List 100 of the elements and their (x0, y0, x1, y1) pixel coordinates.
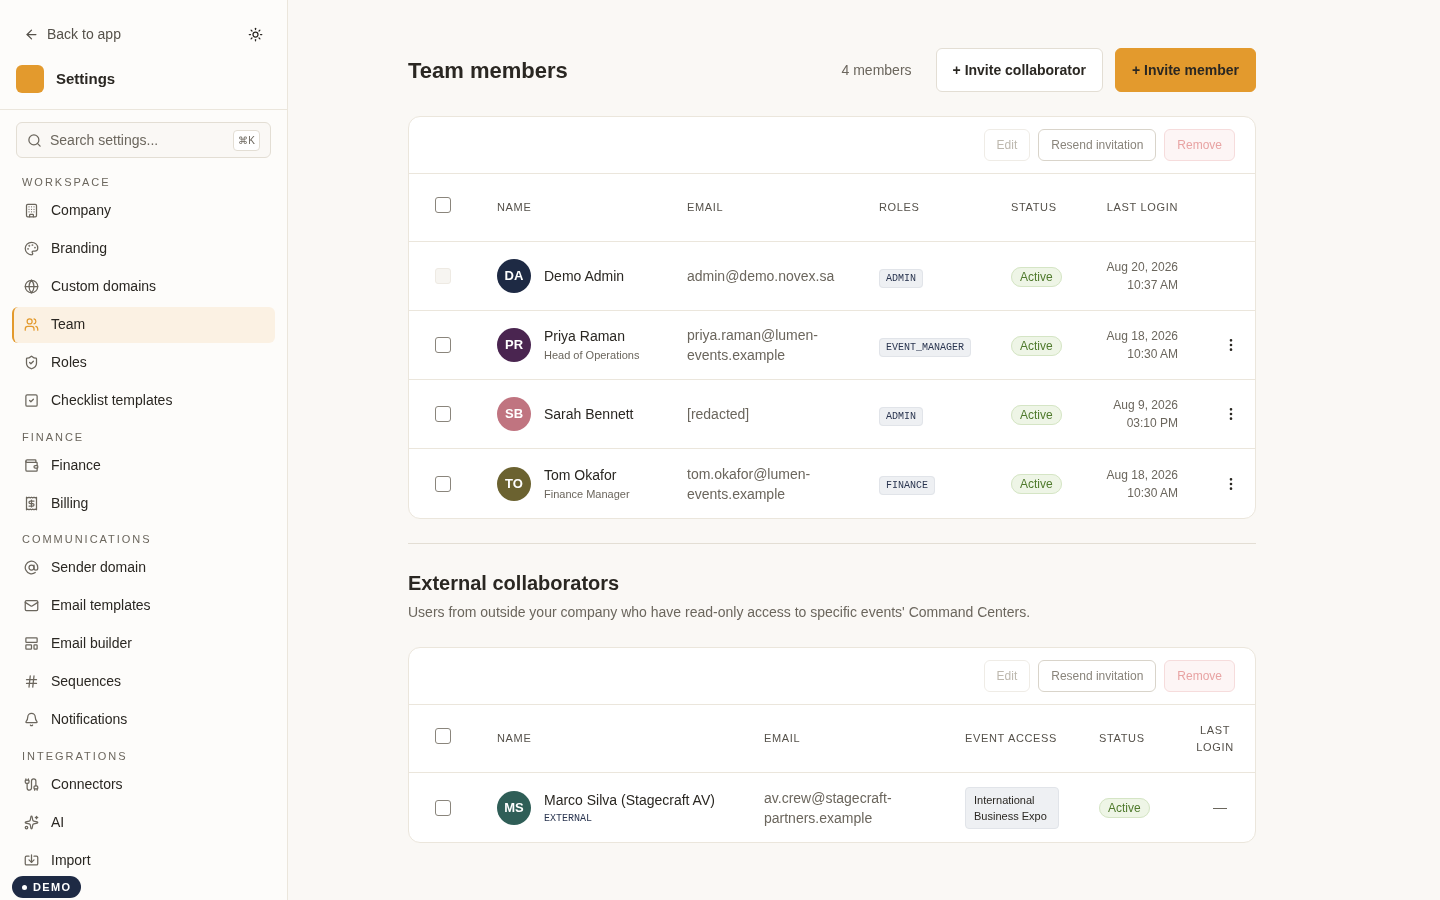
mail-icon (24, 598, 39, 613)
search-field[interactable]: Search settings... (50, 129, 226, 151)
row-checkbox[interactable] (435, 337, 451, 353)
section-heading: COMMUNICATIONS (21, 532, 153, 547)
status-badge: Active (1011, 474, 1062, 494)
sidebar-item[interactable]: Notifications (12, 701, 275, 738)
avatar: DA (497, 259, 531, 293)
status-badge: Active (1011, 266, 1062, 287)
column-header: NAME (497, 731, 533, 747)
member-count: 4 members (841, 60, 912, 80)
row-checkbox[interactable] (435, 475, 451, 492)
toolbar-button[interactable]: Resend invitation (1038, 660, 1157, 692)
external-tag: EXTERNAL (544, 810, 715, 826)
status-badge: Active (1011, 335, 1062, 356)
layout-icon (24, 636, 39, 651)
login-time: 10:30 AM (1127, 484, 1178, 502)
avatar: MS (497, 790, 531, 825)
sidebar-item[interactable]: Checklist templates (12, 382, 275, 419)
sidebar-item[interactable]: Sequences (12, 663, 275, 700)
back-link[interactable]: Back to app (47, 24, 121, 45)
member-email: [redacted] (687, 405, 751, 424)
sidebar-item[interactable]: Branding (12, 230, 275, 267)
column-header: LAST LOGIN (1195, 723, 1235, 755)
section-heading: WORKSPACE (21, 175, 112, 190)
login-date: Aug 18, 2026 (1106, 328, 1178, 345)
checkbox-icon (24, 393, 39, 408)
toolbar-button[interactable]: Resend invitation (1038, 129, 1157, 161)
member-title: Head of Operations (544, 348, 640, 364)
palette-icon (24, 241, 39, 256)
role-tag: ADMIN (879, 268, 923, 288)
logo-icon (16, 65, 44, 93)
member-name: Sarah Bennett (544, 404, 634, 424)
login-time: 03:10 PM (1126, 415, 1178, 432)
member-email: priya.raman@lumen-events.example (687, 326, 819, 365)
hash-icon (24, 674, 39, 689)
login-time: 10:37 AM (1127, 277, 1178, 294)
last-login: — (1213, 798, 1228, 817)
column-header: NAME (497, 200, 533, 216)
shield-icon (24, 355, 39, 370)
search-box[interactable]: Search settings... ⌘K (16, 122, 271, 158)
status-badge: Active (1011, 404, 1062, 425)
login-time: 10:30 AM (1127, 346, 1178, 363)
column-header: EMAIL (687, 200, 725, 216)
sidebar-item[interactable]: Sender domain (12, 549, 275, 586)
sidebar-item[interactable]: Import (12, 842, 275, 878)
login-date: Aug 9, 2026 (1113, 397, 1178, 414)
search-icon (27, 132, 42, 148)
sidebar-item[interactable]: AI (12, 804, 275, 840)
cable-icon (24, 776, 39, 792)
page-title: Team members (408, 56, 569, 85)
column-header: EVENT ACCESS (965, 731, 1059, 747)
sidebar-item[interactable]: Email templates (12, 587, 275, 624)
demo-badge: DEMO (12, 876, 82, 898)
import-icon (24, 852, 39, 868)
status-badge: Active (1099, 798, 1150, 818)
sidebar-item[interactable]: Connectors (12, 766, 275, 802)
login-date: Aug 18, 2026 (1106, 466, 1178, 484)
users-icon (24, 317, 39, 332)
login-date: Aug 20, 2026 (1106, 259, 1178, 276)
row-checkbox[interactable] (435, 728, 451, 745)
sidebar-item[interactable]: Billing (12, 485, 275, 521)
sidebar-item[interactable]: Custom domains (12, 268, 275, 305)
wallet-icon (24, 457, 39, 473)
avatar: PR (497, 328, 531, 362)
sidebar-item[interactable]: Team (12, 306, 275, 343)
receipt-icon (24, 495, 39, 511)
avatar: SB (497, 397, 531, 431)
column-header: LAST LOGIN (1106, 200, 1178, 216)
role-tag: EVENT_MANAGER (879, 337, 971, 357)
collaborator-name: Marco Silva (Stagecraft AV) (544, 790, 715, 810)
member-title: Finance Manager (544, 486, 630, 502)
member-email: tom.okafor@lumen-events.example (687, 464, 812, 504)
event-tag: International Business Expo (965, 786, 1059, 829)
member-name: Priya Raman (544, 327, 626, 347)
globe-icon (24, 279, 39, 294)
row-checkbox[interactable] (435, 197, 451, 214)
building-icon (24, 203, 39, 218)
bell-icon (24, 712, 39, 727)
row-checkbox[interactable] (435, 799, 451, 816)
member-name: Tom Okafor (544, 465, 618, 485)
section-heading: INTEGRATIONS (21, 748, 129, 764)
theme-toggle-icon[interactable] (248, 27, 263, 42)
sidebar-item[interactable]: Roles (12, 344, 275, 381)
sidebar-item[interactable]: Email builder (12, 625, 275, 662)
role-tag: ADMIN (879, 406, 923, 426)
invite-collaborator-button[interactable]: + Invite collaborator (935, 48, 1103, 92)
column-header: STATUS (1099, 731, 1146, 747)
section-title: External collaborators (408, 571, 621, 596)
sidebar-title: Settings (56, 68, 116, 89)
collaborator-email: av.crew@stagecraft-partners.example (764, 788, 893, 828)
sidebar-item[interactable]: Company (12, 192, 275, 229)
section-heading: FINANCE (21, 429, 86, 445)
row-checkbox[interactable] (435, 406, 451, 422)
avatar: TO (497, 466, 531, 501)
invite-member-button[interactable]: + Invite member (1115, 48, 1256, 92)
sparkles-icon (24, 814, 39, 830)
column-header: ROLES (879, 200, 921, 216)
role-tag: FINANCE (879, 476, 935, 495)
sidebar-item[interactable]: Finance (12, 447, 275, 483)
at-sign-icon (24, 560, 39, 575)
